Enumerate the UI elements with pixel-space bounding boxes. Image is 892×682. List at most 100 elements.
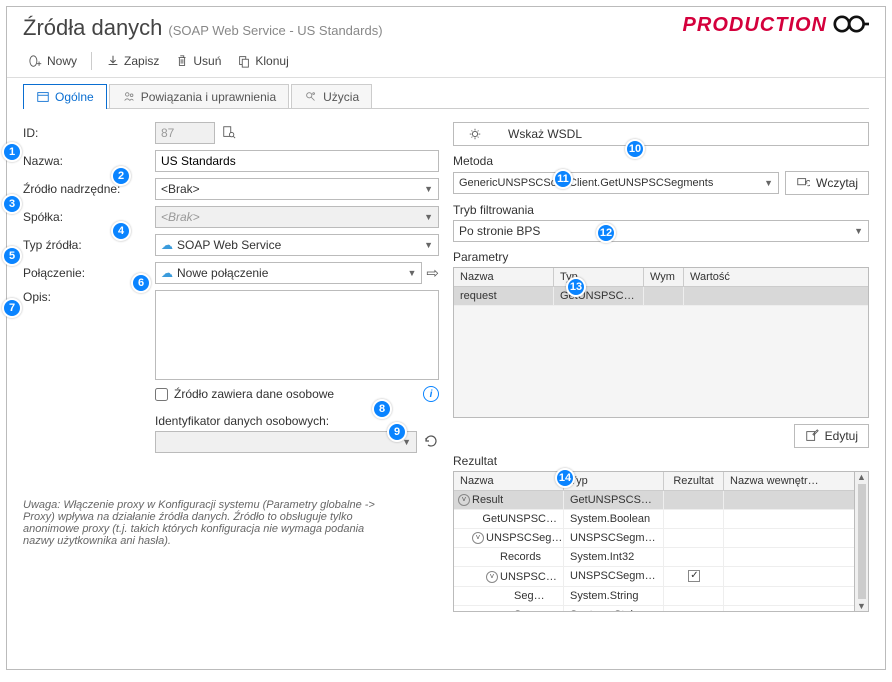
connection-select[interactable]: ☁Nowe połączenie ▼ — [155, 262, 422, 284]
table-row[interactable]: Seg…System.String — [454, 587, 854, 606]
company-label: Spółka: — [23, 210, 155, 224]
table-row[interactable]: ˅UNSPSCSeg…UNSPSCSegm… — [454, 529, 854, 548]
clone-button[interactable]: Klonuj — [231, 51, 294, 71]
goto-connection-icon[interactable]: ⇨ — [426, 264, 439, 282]
params-col-req: Wym — [644, 268, 684, 286]
table-row[interactable]: ˅ResultGetUNSPSCS… — [454, 491, 854, 510]
callout-badge: 9 — [387, 422, 407, 442]
tree-toggle-icon[interactable]: ˅ — [472, 532, 484, 544]
people-icon — [122, 90, 136, 104]
checkbox-checked-icon — [688, 570, 700, 582]
new-button[interactable]: Nowy — [23, 51, 83, 71]
name-label: Nazwa: — [23, 154, 155, 168]
gdpr-id-select: ▼ — [155, 431, 417, 453]
tab-general[interactable]: Ogólne — [23, 84, 107, 109]
table-row[interactable]: RecordsSystem.Int32 — [454, 548, 854, 567]
save-button[interactable]: Zapisz — [100, 51, 165, 71]
gdpr-checkbox[interactable] — [155, 388, 168, 401]
callout-badge: 10 — [625, 139, 645, 159]
company-select: <Brak> ▼ — [155, 206, 439, 228]
gear-icon — [468, 127, 482, 141]
callout-badge: 14 — [555, 468, 575, 488]
chevron-down-icon: ▼ — [424, 184, 433, 194]
tabs: Ogólne Powiązania i uprawnienia Użycia — [7, 78, 885, 109]
params-label: Parametry — [453, 250, 869, 264]
edit-button[interactable]: Edytuj — [794, 424, 869, 448]
result-col-internal: Nazwa wewnętr… — [724, 472, 854, 490]
production-badge: PRODUCTION — [683, 13, 869, 38]
refresh-icon[interactable] — [423, 433, 439, 452]
page-title: Źródła danych — [23, 15, 162, 41]
result-grid[interactable]: Nazwa Typ Rezultat Nazwa wewnętr… ˅Resul… — [453, 471, 855, 612]
params-col-value: Wartość — [684, 268, 868, 286]
table-row[interactable]: GetUNSPSC…System.Boolean — [454, 510, 854, 529]
scroll-up-icon[interactable]: ▲ — [857, 472, 866, 482]
callout-badge: 13 — [566, 277, 586, 297]
id-input — [155, 122, 215, 144]
table-row[interactable]: SanSuntana Staian — [454, 606, 854, 611]
chevron-down-icon: ▼ — [854, 226, 863, 236]
type-label: Typ źródła: — [23, 238, 155, 252]
toolbar-divider — [91, 52, 92, 70]
result-scrollbar[interactable]: ▲ ▼ — [855, 471, 869, 612]
chevron-down-icon: ▼ — [764, 178, 773, 188]
result-col-result: Rezultat — [664, 472, 724, 490]
callout-badge: 12 — [596, 223, 616, 243]
load-button[interactable]: Wczytaj — [785, 171, 869, 195]
params-col-name: Nazwa — [454, 268, 554, 286]
id-label: ID: — [23, 126, 155, 140]
callout-badge: 3 — [2, 194, 22, 214]
callout-badge: 6 — [131, 273, 151, 293]
parent-label: Źródło nadrzędne: — [23, 182, 155, 196]
chevron-down-icon: ▼ — [424, 212, 433, 222]
trash-icon — [175, 54, 189, 68]
chevron-down-icon: ▼ — [424, 240, 433, 250]
save-icon — [106, 54, 120, 68]
name-input[interactable] — [155, 150, 439, 172]
filter-select[interactable]: Po stronie BPS ▼ — [453, 220, 869, 242]
chevron-down-icon: ▼ — [408, 268, 417, 278]
filter-label: Tryb filtrowania — [453, 203, 869, 217]
desc-label: Opis: — [23, 290, 155, 304]
callout-badge: 4 — [111, 221, 131, 241]
proxy-note: Uwaga: Włączenie proxy w Konfiguracji sy… — [23, 493, 397, 553]
table-row[interactable]: ˅UNSPSC…UNSPSCSegm… — [454, 567, 854, 587]
desc-textarea[interactable] — [155, 290, 439, 380]
callout-badge: 5 — [2, 246, 22, 266]
tab-usage[interactable]: Użycia — [291, 84, 372, 109]
delete-button[interactable]: Usuń — [169, 51, 227, 71]
page-subtitle: (SOAP Web Service - US Standards) — [168, 23, 382, 38]
callout-badge: 8 — [372, 399, 392, 419]
toolbar: Nowy Zapisz Usuń Klonuj — [7, 45, 885, 78]
new-icon — [29, 54, 43, 68]
edit-icon — [805, 429, 819, 443]
cloud-icon: ☁ — [161, 238, 173, 252]
tree-toggle-icon[interactable]: ˅ — [486, 571, 498, 583]
callout-badge: 7 — [2, 298, 22, 318]
table-row[interactable]: request GetUNSPSCSe… — [454, 287, 868, 306]
reload-icon — [796, 176, 810, 190]
callout-badge: 1 — [2, 142, 22, 162]
usage-icon — [304, 90, 318, 104]
params-grid[interactable]: Nazwa Typ Wym Wartość request GetUNSPSCS… — [453, 267, 869, 418]
result-col-type: Typ — [564, 472, 664, 490]
window-icon — [36, 90, 50, 104]
parent-select[interactable]: <Brak> ▼ — [155, 178, 439, 200]
result-label: Rezultat — [453, 454, 869, 468]
clone-icon — [237, 54, 251, 68]
production-logo-icon — [833, 13, 869, 38]
cloud-icon: ☁ — [161, 266, 173, 280]
scroll-down-icon[interactable]: ▼ — [857, 601, 866, 611]
tab-assoc[interactable]: Powiązania i uprawnienia — [109, 84, 289, 109]
tree-toggle-icon[interactable]: ˅ — [458, 494, 470, 506]
gdpr-checkbox-label[interactable]: Źródło zawiera dane osobowe — [155, 387, 334, 401]
result-col-name: Nazwa — [454, 472, 564, 490]
info-icon[interactable]: i — [423, 386, 439, 402]
id-lookup-icon[interactable] — [219, 125, 239, 142]
method-select[interactable]: GenericUNSPSCSoapClient.GetUNSPSCSegment… — [453, 172, 779, 194]
wsdl-button[interactable]: Wskaż WSDL — [453, 122, 869, 146]
callout-badge: 2 — [111, 166, 131, 186]
method-label: Metoda — [453, 154, 869, 168]
type-select[interactable]: ☁SOAP Web Service ▼ — [155, 234, 439, 256]
callout-badge: 11 — [553, 169, 573, 189]
